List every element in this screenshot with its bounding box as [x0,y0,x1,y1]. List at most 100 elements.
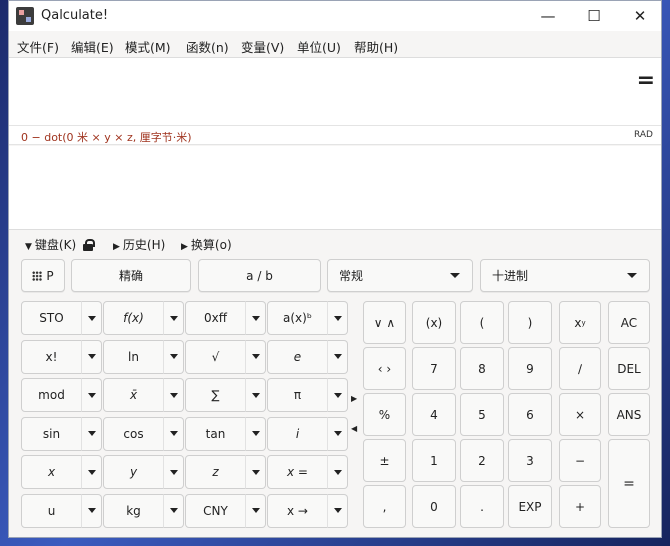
key-var-z[interactable]: z [185,455,246,489]
key-function-dropdown[interactable] [163,301,184,335]
key-2[interactable]: 2 [460,439,504,482]
key-exponent[interactable]: EXP [508,485,552,528]
key-close-paren[interactable]: ) [508,301,552,344]
key-sum[interactable]: ∑ [185,378,246,412]
key-mean[interactable]: x̄ [103,378,164,412]
key-hex[interactable]: 0xff [185,301,246,335]
close-button[interactable]: ✕ [617,1,661,31]
key-unit-dropdown[interactable] [81,493,102,528]
key-all-clear[interactable]: AC [608,301,650,344]
key-e-constant[interactable]: e [267,339,328,374]
key-var-y[interactable]: y [103,455,164,489]
key-divide[interactable]: ∕ [559,347,601,390]
key-imaginary-dropdown[interactable] [327,416,348,451]
key-convert-dropdown[interactable] [327,493,348,528]
key-power-function-dropdown[interactable] [327,301,348,335]
key-ln[interactable]: ln [103,339,164,374]
menu-mode[interactable]: 模式(M) [125,37,171,56]
key-multiply[interactable]: × [559,393,601,436]
key-unit[interactable]: u [21,493,82,528]
key-power[interactable]: xy [559,301,601,344]
minimize-button[interactable]: — [525,1,571,31]
key-ln-dropdown[interactable] [163,339,184,374]
key-equals[interactable]: = [608,439,650,528]
key-equation-dropdown[interactable] [327,455,348,489]
key-open-paren[interactable]: ( [460,301,504,344]
key-plus-minus[interactable]: ± [363,439,406,482]
key-1[interactable]: 1 [412,439,456,482]
key-decimal-point[interactable]: . [460,485,504,528]
key-4[interactable]: 4 [412,393,456,436]
key-power-function[interactable]: a(x)ᵇ [267,301,328,335]
key-sin-dropdown[interactable] [81,416,102,451]
menu-variables[interactable]: 变量(V) [241,37,284,56]
key-sum-dropdown[interactable] [245,378,266,412]
maximize-button[interactable]: ☐ [571,1,617,31]
key-imaginary[interactable]: i [267,416,328,451]
key-kg[interactable]: kg [103,493,164,528]
key-var-z-dropdown[interactable] [245,455,266,489]
key-pi[interactable]: π [267,378,328,412]
key-comma[interactable]: , [363,485,406,528]
key-mod[interactable]: mod [21,378,82,412]
key-cos-dropdown[interactable] [163,416,184,451]
display-mode-select[interactable]: 常规 [327,259,473,292]
key-var-x[interactable]: x [21,455,82,489]
key-function[interactable]: f(x) [103,301,164,335]
menu-file[interactable]: 文件(F) [17,37,59,56]
angle-mode-indicator[interactable]: RAD [634,130,653,140]
key-6[interactable]: 6 [508,393,552,436]
programming-keypad-button[interactable]: P [21,259,65,292]
key-var-x-dropdown[interactable] [81,455,102,489]
key-sqrt-dropdown[interactable] [245,339,266,374]
menu-edit[interactable]: 编辑(E) [71,37,114,56]
key-factorial-dropdown[interactable] [81,339,102,374]
tab-conversion[interactable]: ▶ 换算(o) [181,236,232,253]
key-9[interactable]: 9 [508,347,552,390]
key-0[interactable]: 0 [412,485,456,528]
key-3[interactable]: 3 [508,439,552,482]
menu-help[interactable]: 帮助(H) [354,37,398,56]
cursor-nav-button[interactable]: ‹ › [363,347,406,390]
key-paren-x[interactable]: (x) [412,301,456,344]
history-nav-button[interactable]: ∨ ∧ [363,301,406,344]
equals-icon[interactable]: = [637,68,655,93]
key-store-dropdown[interactable] [81,301,102,335]
key-mod-dropdown[interactable] [81,378,102,412]
number-base-select[interactable]: 十进制 [480,259,650,292]
key-5[interactable]: 5 [460,393,504,436]
menu-functions[interactable]: 函数(n) [186,37,229,56]
key-hex-dropdown[interactable] [245,301,266,335]
key-currency[interactable]: CNY [185,493,246,528]
key-cos[interactable]: cos [103,416,164,451]
collapse-left-icon[interactable]: ◀ [351,424,357,433]
expand-right-icon[interactable]: ▶ [351,394,357,403]
key-plus[interactable]: + [559,485,601,528]
key-kg-dropdown[interactable] [163,493,184,528]
key-tan[interactable]: tan [185,416,246,451]
key-percent[interactable]: % [363,393,406,436]
key-currency-dropdown[interactable] [245,493,266,528]
key-equation[interactable]: x = [267,455,328,489]
key-var-y-dropdown[interactable] [163,455,184,489]
key-sin[interactable]: sin [21,416,82,451]
tab-history[interactable]: ▶ 历史(H) [113,236,165,253]
key-minus[interactable]: − [559,439,601,482]
menu-units[interactable]: 单位(U) [297,37,341,56]
fraction-button[interactable]: a / b [198,259,321,292]
key-sqrt[interactable]: √ [185,339,246,374]
exact-button[interactable]: 精确 [71,259,191,292]
key-answer[interactable]: ANS [608,393,650,436]
key-tan-dropdown[interactable] [245,416,266,451]
tab-keypad[interactable]: ▼ 键盘(K) [25,236,96,253]
lock-icon[interactable] [83,239,96,251]
key-e-constant-dropdown[interactable] [327,339,348,374]
key-mean-dropdown[interactable] [163,378,184,412]
key-factorial[interactable]: x! [21,339,82,374]
key-pi-dropdown[interactable] [327,378,348,412]
key-delete[interactable]: DEL [608,347,650,390]
key-7[interactable]: 7 [412,347,456,390]
key-8[interactable]: 8 [460,347,504,390]
key-convert[interactable]: x → [267,493,328,528]
expression-input[interactable]: = [9,57,661,125]
